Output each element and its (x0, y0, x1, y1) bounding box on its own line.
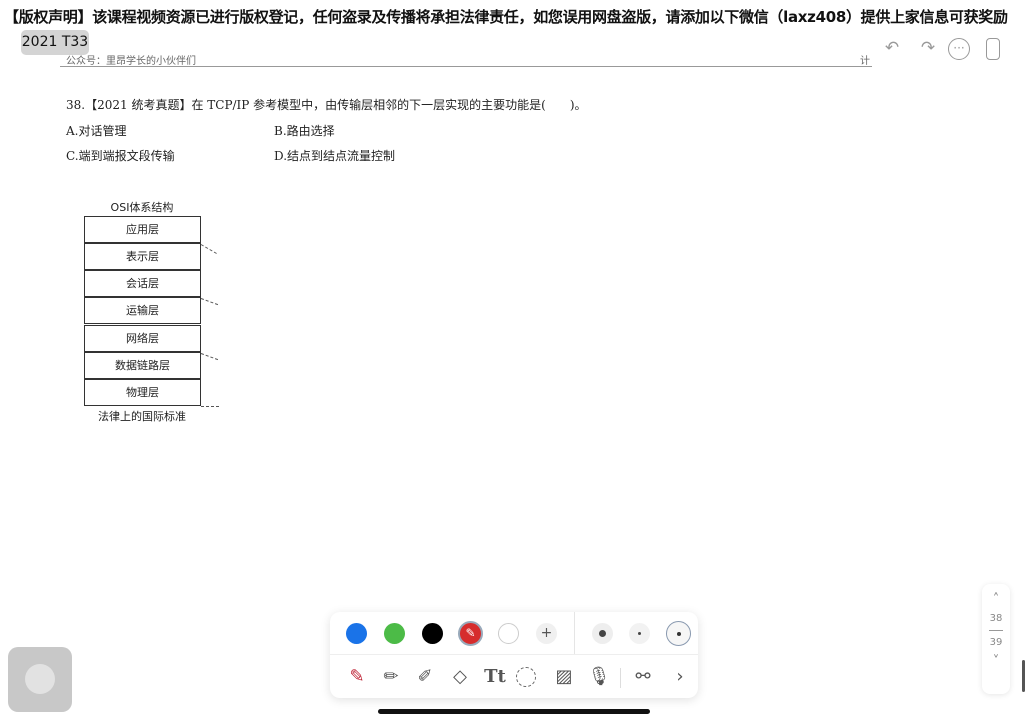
chevron-up-icon[interactable]: ˄ (982, 592, 1010, 607)
stroke-thick[interactable] (592, 623, 613, 644)
osi-footer: 法律上的国际标准 (98, 410, 186, 423)
page-navigator: ˄ 38 39 ˅ (982, 584, 1010, 694)
chevron-down-icon[interactable]: ˅ (982, 654, 1010, 669)
osi-layer: 网络层 (84, 325, 201, 353)
doc-footer-right: 计 (860, 56, 870, 67)
divider (330, 654, 698, 655)
assistive-touch-icon (25, 664, 55, 694)
divider (620, 668, 621, 688)
osi-layer: 应用层 (84, 216, 201, 244)
color-black[interactable] (422, 623, 443, 644)
copyright-notice: 【版权声明】该课程视频资源已进行版权登记，任何盗录及传播将承担法律责任，如您误用… (4, 8, 1008, 26)
option-a: A.对话管理 (66, 124, 127, 138)
divider (574, 612, 575, 654)
dashed-connector (200, 353, 219, 361)
osi-title: OSI体系结构 (110, 201, 174, 214)
more-icon[interactable]: ··· (948, 38, 970, 60)
microphone-icon[interactable]: 🎙 (586, 664, 612, 690)
doc-divider (60, 66, 872, 67)
scrollbar[interactable] (1022, 660, 1025, 692)
osi-layer: 物理层 (84, 379, 201, 407)
osi-layer: 会话层 (84, 270, 201, 298)
lasso-icon[interactable] (516, 667, 536, 687)
current-page: 38 (989, 613, 1003, 624)
home-indicator (378, 709, 650, 714)
color-green[interactable] (384, 623, 405, 644)
chevron-right-icon[interactable]: › (667, 664, 693, 690)
option-c: C.端到端报文段传输 (66, 149, 175, 163)
osi-layer: 运输层 (84, 297, 201, 325)
add-color-button[interactable]: + (536, 623, 557, 644)
pen-icon[interactable]: ✎ (344, 664, 370, 690)
stroke-thin[interactable] (629, 623, 650, 644)
question-stem: 38.【2021 统考真题】在 TCP/IP 参考模型中，由传输层相邻的下一层实… (66, 98, 587, 112)
osi-layer: 数据链路层 (84, 352, 201, 380)
dashed-connector (201, 406, 219, 407)
highlighter-icon[interactable]: ✐ (412, 664, 438, 690)
text-icon[interactable]: Tt (482, 664, 508, 690)
color-blue[interactable] (346, 623, 367, 644)
dashed-connector (200, 244, 217, 254)
pencil-icon[interactable]: ✏ (378, 664, 404, 690)
osi-layer: 表示层 (84, 243, 201, 271)
dashed-connector (200, 298, 219, 306)
stroke-medium-selected[interactable] (666, 621, 691, 646)
image-icon[interactable]: ▨ (551, 664, 577, 690)
total-pages: 39 (989, 637, 1003, 648)
eraser-icon[interactable]: ◇ (447, 664, 473, 690)
divider (989, 630, 1003, 631)
option-b: B.路由选择 (274, 124, 335, 138)
doc-footer: 公众号：里昂学长的小伙伴们 (66, 56, 196, 67)
redo-icon[interactable]: ↷ (916, 38, 940, 60)
floating-window[interactable] (8, 647, 72, 712)
annotation-toolbar: ✎ + ✎ ✏ ✐ ◇ Tt ▨ 🎙 ⚯ › (330, 612, 698, 698)
link-icon[interactable]: ⚯ (630, 664, 656, 690)
option-d: D.结点到结点流量控制 (274, 149, 396, 163)
color-white[interactable] (498, 623, 519, 644)
color-red-selected[interactable]: ✎ (458, 621, 483, 646)
page-icon[interactable] (986, 38, 1000, 60)
undo-icon[interactable]: ↶ (880, 38, 904, 60)
